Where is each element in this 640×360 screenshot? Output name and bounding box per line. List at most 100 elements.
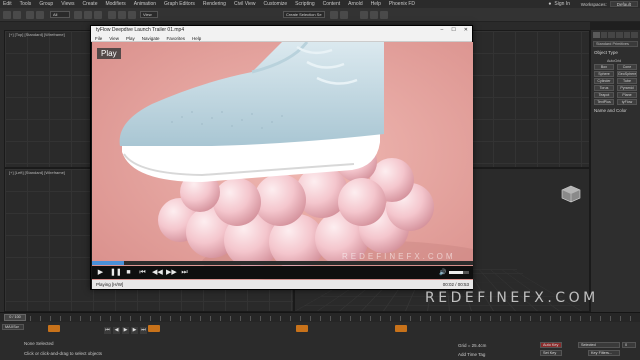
next-button[interactable]: ⏭ (180, 268, 189, 277)
select-by-name-icon[interactable] (84, 11, 92, 19)
teapot-button[interactable]: Teapot (594, 92, 614, 98)
timeline[interactable]: 0 / 100 (0, 312, 640, 322)
player-menu-file[interactable]: File (95, 35, 102, 41)
player-menu-play[interactable]: Play (126, 35, 135, 41)
move-icon[interactable] (108, 11, 116, 19)
fast-forward-button[interactable]: ▶▶ (166, 268, 177, 277)
viewport-label-left[interactable]: [+] [Left] [Standard] [Wireframe] (9, 170, 65, 175)
rotate-icon[interactable] (118, 11, 126, 19)
tyflow-button[interactable]: tyFlow (617, 99, 637, 105)
render-setup-icon[interactable] (360, 11, 368, 19)
media-player-window[interactable]: tyFlow Deepdive Launch Trailer 01.mp4 – … (90, 25, 473, 290)
menu-arnold[interactable]: Arnold (348, 1, 362, 7)
close-icon[interactable]: ✕ (464, 26, 468, 35)
player-menubar: File View Play Navigate Favorites Help (91, 35, 472, 42)
workspace-value[interactable]: Default (609, 1, 638, 7)
viewcube-icon[interactable] (561, 185, 581, 203)
player-menu-navigate[interactable]: Navigate (142, 35, 160, 41)
render-icon[interactable] (380, 11, 388, 19)
menu-civil-view[interactable]: Civil View (234, 1, 256, 7)
menu-tools[interactable]: Tools (20, 1, 32, 7)
volume-slider[interactable] (449, 270, 469, 274)
play-icon[interactable]: ▶ (122, 327, 129, 334)
tab-utilities[interactable] (631, 32, 639, 38)
stop-button[interactable]: ■ (124, 268, 133, 277)
prev-frame-icon[interactable]: ◀ (113, 327, 120, 334)
speaker-icon[interactable]: 🔊 (439, 269, 446, 276)
cylinder-button[interactable]: Cylinder (594, 78, 614, 84)
pyramid-button[interactable]: Pyramid (617, 85, 637, 91)
maximize-icon[interactable]: ☐ (451, 26, 455, 35)
region-select-icon[interactable] (94, 11, 102, 19)
seek-bar[interactable] (92, 261, 473, 265)
torus-button[interactable]: Torus (594, 85, 614, 91)
align-icon[interactable] (340, 11, 348, 19)
rewind-button[interactable]: ◀◀ (152, 268, 163, 277)
primitive-type-dropdown[interactable]: Standard Primitives (593, 41, 638, 47)
menu-phoenix-fd[interactable]: Phoenix FD (389, 1, 415, 7)
box-button[interactable]: Box (594, 64, 614, 70)
menu-help[interactable]: Help (371, 1, 381, 7)
maxscript-listener[interactable]: MAXScr (2, 324, 24, 330)
menu-modifiers[interactable]: Modifiers (105, 1, 125, 7)
name-and-color-heading[interactable]: Name and Color (591, 106, 640, 115)
menu-rendering[interactable]: Rendering (203, 1, 226, 7)
tab-motion[interactable] (616, 32, 623, 38)
menu-edit[interactable]: Edit (3, 1, 12, 7)
mirror-icon[interactable] (330, 11, 338, 19)
menu-content[interactable]: Content (323, 1, 341, 7)
sign-in-button[interactable]: ● Sign In (548, 0, 570, 8)
volume-control[interactable]: 🔊 (439, 269, 469, 276)
scale-icon[interactable] (128, 11, 136, 19)
tab-create[interactable] (593, 32, 600, 38)
selection-filter[interactable]: All (50, 11, 70, 18)
tab-display[interactable] (623, 32, 631, 38)
set-key-button[interactable]: Set Key (540, 350, 562, 356)
auto-key-button[interactable]: Auto Key (540, 342, 562, 348)
unlink-icon[interactable] (36, 11, 44, 19)
video-frame[interactable]: Play REDEFINEFX.COM (92, 42, 473, 287)
plane-button[interactable]: Plane (617, 92, 637, 98)
player-menu-help[interactable]: Help (192, 35, 201, 41)
menu-customize[interactable]: Customize (264, 1, 288, 7)
workspace-selector[interactable]: Workspaces: Default (581, 0, 638, 8)
menu-animation[interactable]: Animation (134, 1, 156, 7)
undo-icon[interactable] (3, 11, 11, 19)
menu-create[interactable]: Create (82, 1, 97, 7)
next-frame-icon[interactable]: ▶ (131, 327, 138, 334)
tab-modify[interactable] (600, 32, 608, 38)
player-menu-view[interactable]: View (109, 35, 119, 41)
select-icon[interactable] (74, 11, 82, 19)
time-slider[interactable]: 0 / 100 (4, 314, 26, 321)
tab-hierarchy[interactable] (608, 32, 616, 38)
pause-button[interactable]: ❚❚ (110, 268, 122, 277)
player-menu-favorites[interactable]: Favorites (166, 35, 185, 41)
goto-end-icon[interactable]: ⏭ (140, 327, 147, 334)
textplus-button[interactable]: TextPlus (594, 99, 614, 105)
selection-set-field[interactable]: Create Selection Se (283, 11, 325, 18)
render-frame-icon[interactable] (370, 11, 378, 19)
redo-icon[interactable] (13, 11, 21, 19)
player-titlebar[interactable]: tyFlow Deepdive Launch Trailer 01.mp4 – … (91, 26, 472, 35)
tube-button[interactable]: Tube (617, 78, 637, 84)
play-button[interactable]: ▶ (96, 268, 105, 277)
user-icon: ● (548, 1, 552, 7)
menu-scripting[interactable]: Scripting (295, 1, 314, 7)
key-filters-button[interactable]: Key Filters... (588, 350, 620, 356)
minimize-icon[interactable]: – (441, 26, 444, 35)
current-frame-field[interactable]: 0 (622, 342, 636, 348)
cone-button[interactable]: Cone (617, 64, 637, 70)
link-icon[interactable] (26, 11, 34, 19)
object-type-heading[interactable]: Object Type (591, 48, 640, 57)
menu-views[interactable]: Views (61, 1, 74, 7)
viewport-label-top[interactable]: [+] [Top] [Standard] [Wireframe] (9, 32, 65, 37)
add-time-tag[interactable]: Add Time Tag (458, 352, 485, 357)
sphere-button[interactable]: Sphere (594, 71, 614, 77)
key-selection-dropdown[interactable]: Selected (578, 342, 620, 348)
previous-button[interactable]: ⏮ (138, 268, 147, 277)
menu-group[interactable]: Group (39, 1, 53, 7)
goto-start-icon[interactable]: ⏮ (104, 327, 111, 334)
menu-graph-editors[interactable]: Graph Editors (164, 1, 195, 7)
reference-coord[interactable]: View (140, 11, 158, 18)
geosphere-button[interactable]: GeoSphere (617, 71, 637, 77)
